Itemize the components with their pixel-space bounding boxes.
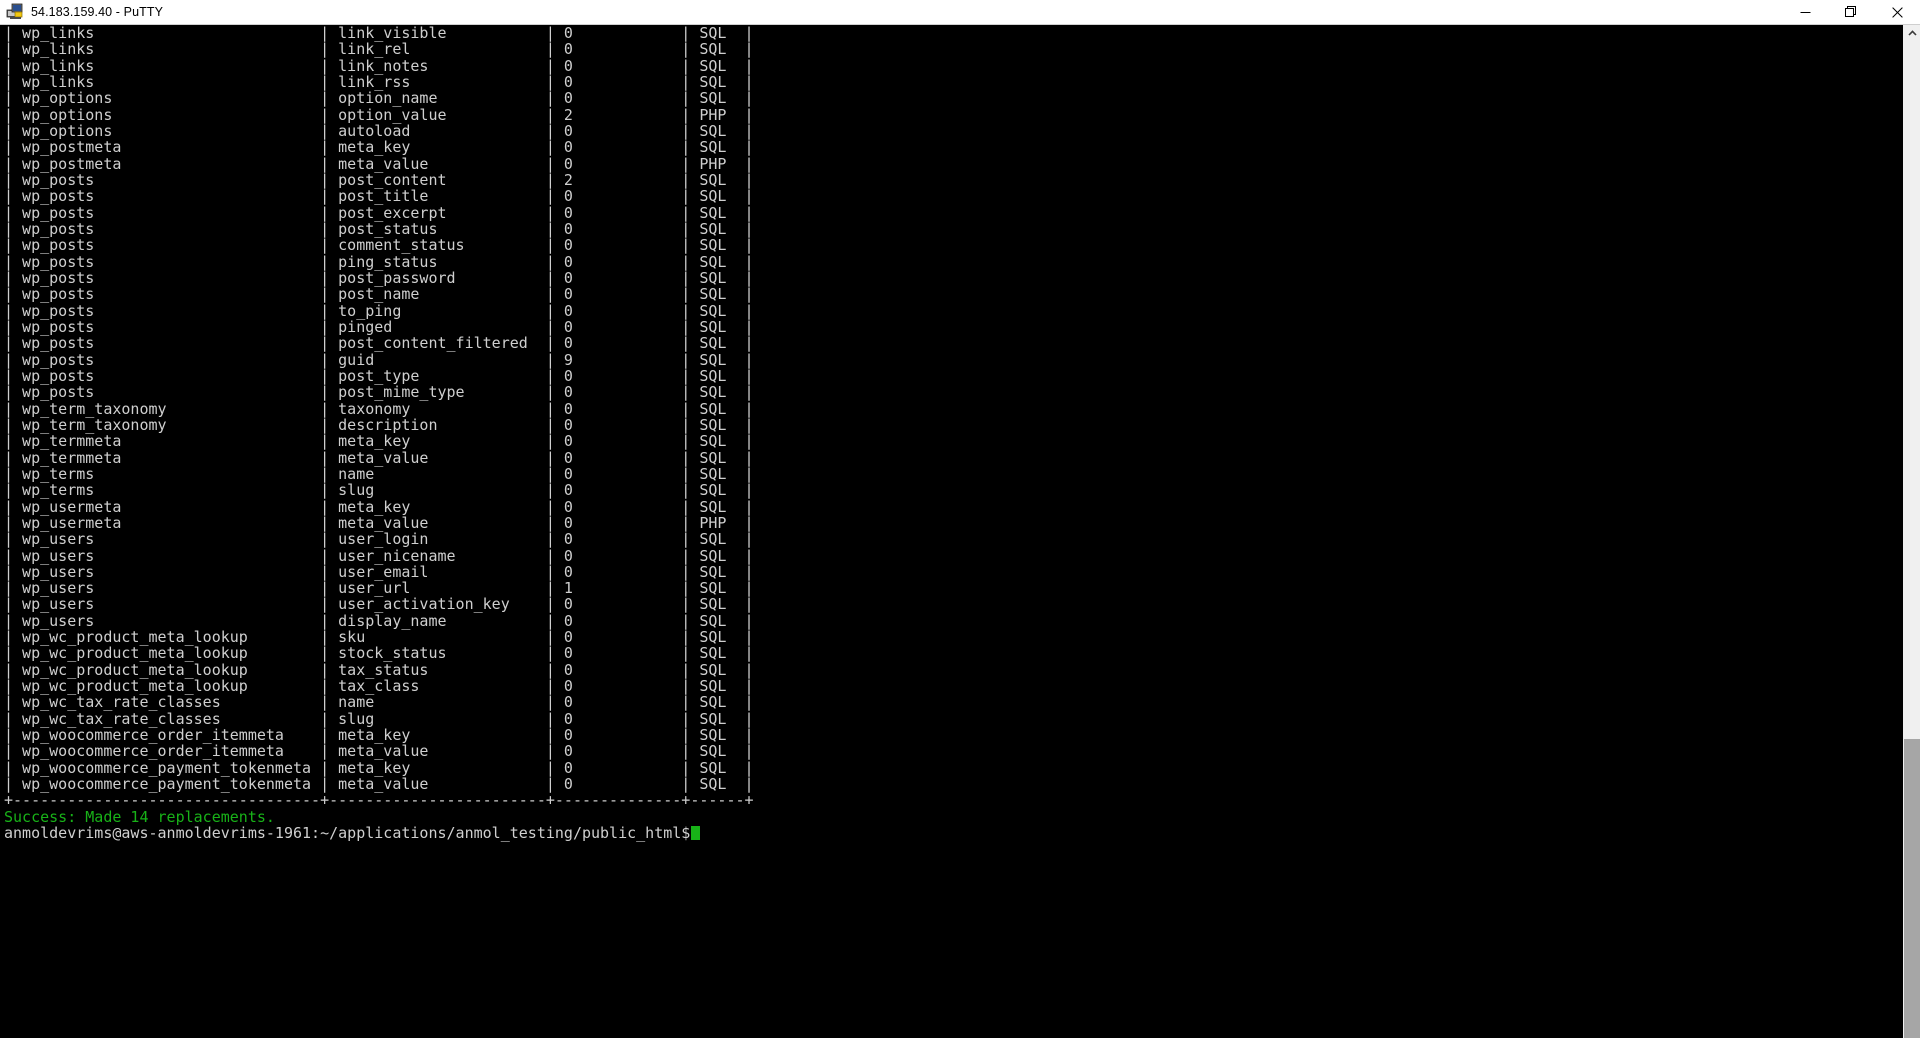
- shell-prompt[interactable]: anmoldevrims@aws-anmoldevrims-1961:~/app…: [4, 825, 1903, 841]
- table-row: | wp_posts | post_content | 2 | SQL |: [4, 170, 754, 189]
- window-title: 54.183.159.40 - PuTTY: [31, 5, 164, 19]
- table-row: | wp_posts | post_title | 0 | SQL |: [4, 187, 754, 206]
- table-row: | wp_wc_tax_rate_classes | name | 0 | SQ…: [4, 693, 754, 712]
- table-row: | wp_usermeta | meta_value | 0 | PHP |: [4, 513, 754, 532]
- putty-icon: [6, 3, 24, 21]
- table-row: | wp_posts | guid | 9 | SQL |: [4, 350, 754, 369]
- table-row: | wp_terms | slug | 0 | SQL |: [4, 481, 754, 500]
- success-message: Success: Made 14 replacements.: [4, 807, 275, 826]
- table-row: | wp_posts | post_type | 0 | SQL |: [4, 366, 754, 385]
- table-row: | wp_wc_product_meta_lookup | sku | 0 | …: [4, 628, 754, 647]
- table-row: | wp_posts | post_content_filtered | 0 |…: [4, 334, 754, 353]
- table-row: | wp_posts | to_ping | 0 | SQL |: [4, 301, 754, 320]
- prompt-text: anmoldevrims@aws-anmoldevrims-1961:~/app…: [4, 824, 691, 843]
- terminal-output[interactable]: | wp_links | link_visible | 0 | SQL | | w…: [0, 25, 1903, 1038]
- table-row: | wp_users | display_name | 0 | SQL |: [4, 611, 754, 630]
- table-row: | wp_users | user_nicename | 0 | SQL |: [4, 546, 754, 565]
- table-bottom-border: +----------------------------------+----…: [4, 791, 754, 810]
- minimize-button[interactable]: [1782, 0, 1828, 25]
- table-row: | wp_terms | name | 0 | SQL |: [4, 464, 754, 483]
- table-row: | wp_woocommerce_payment_tokenmeta | met…: [4, 758, 754, 777]
- restore-button[interactable]: [1828, 0, 1874, 25]
- table-row: | wp_users | user_email | 0 | SQL |: [4, 562, 754, 581]
- table-row: | wp_woocommerce_order_itemmeta | meta_k…: [4, 726, 754, 745]
- table-row: | wp_postmeta | meta_value | 0 | PHP |: [4, 154, 754, 173]
- table-row: | wp_links | link_rel | 0 | SQL |: [4, 40, 754, 59]
- table-row: | wp_posts | comment_status | 0 | SQL |: [4, 236, 754, 255]
- table-row: | wp_posts | post_password | 0 | SQL |: [4, 268, 754, 287]
- table-row: | wp_wc_product_meta_lookup | stock_stat…: [4, 644, 754, 663]
- table-row: | wp_woocommerce_payment_tokenmeta | met…: [4, 775, 754, 794]
- terminal-scrollbar[interactable]: [1903, 25, 1920, 1038]
- window-controls: [1782, 0, 1920, 25]
- table-row: | wp_woocommerce_order_itemmeta | meta_v…: [4, 742, 754, 761]
- table-row: | wp_termmeta | meta_value | 0 | SQL |: [4, 448, 754, 467]
- close-button[interactable]: [1874, 0, 1920, 25]
- table-row: | wp_usermeta | meta_key | 0 | SQL |: [4, 497, 754, 516]
- table-row: | wp_term_taxonomy | description | 0 | S…: [4, 415, 754, 434]
- table-row: | wp_posts | ping_status | 0 | SQL |: [4, 252, 754, 271]
- table-row: | wp_wc_product_meta_lookup | tax_status…: [4, 660, 754, 679]
- terminal-area: | wp_links | link_visible | 0 | SQL | | w…: [0, 25, 1920, 1038]
- table-row: | wp_options | option_name | 0 | SQL |: [4, 89, 754, 108]
- table-row: | wp_termmeta | meta_key | 0 | SQL |: [4, 432, 754, 451]
- table-row: | wp_wc_tax_rate_classes | slug | 0 | SQ…: [4, 709, 754, 728]
- table-row: | wp_postmeta | meta_key | 0 | SQL |: [4, 138, 754, 157]
- table-row: | wp_posts | post_status | 0 | SQL |: [4, 219, 754, 238]
- block-cursor: [691, 826, 701, 841]
- table-row: | wp_term_taxonomy | taxonomy | 0 | SQL …: [4, 399, 754, 418]
- table-row: | wp_wc_product_meta_lookup | tax_class …: [4, 677, 754, 696]
- putty-window: 54.183.159.40 - PuTTY | wp_links | link_…: [0, 0, 1920, 1038]
- chevron-up-icon[interactable]: [1904, 25, 1920, 42]
- table-row: | wp_users | user_login | 0 | SQL |: [4, 530, 754, 549]
- scrollbar-track[interactable]: [1904, 42, 1920, 1038]
- table-row: | wp_posts | post_excerpt | 0 | SQL |: [4, 203, 754, 222]
- table-row: | wp_options | option_value | 2 | PHP |: [4, 105, 754, 124]
- window-titlebar[interactable]: 54.183.159.40 - PuTTY: [0, 0, 1920, 25]
- table-row: | wp_links | link_visible | 0 | SQL |: [4, 25, 754, 42]
- table-row: | wp_options | autoload | 0 | SQL |: [4, 121, 754, 140]
- table-row: | wp_posts | post_mime_type | 0 | SQL |: [4, 383, 754, 402]
- table-row: | wp_links | link_notes | 0 | SQL |: [4, 56, 754, 75]
- scrollbar-thumb[interactable]: [1904, 739, 1920, 1038]
- table-row: | wp_posts | pinged | 0 | SQL |: [4, 317, 754, 336]
- table-row: | wp_links | link_rss | 0 | SQL |: [4, 72, 754, 91]
- table-row: | wp_users | user_url | 1 | SQL |: [4, 579, 754, 598]
- table-row: | wp_users | user_activation_key | 0 | S…: [4, 595, 754, 614]
- table-row: | wp_posts | post_name | 0 | SQL |: [4, 285, 754, 304]
